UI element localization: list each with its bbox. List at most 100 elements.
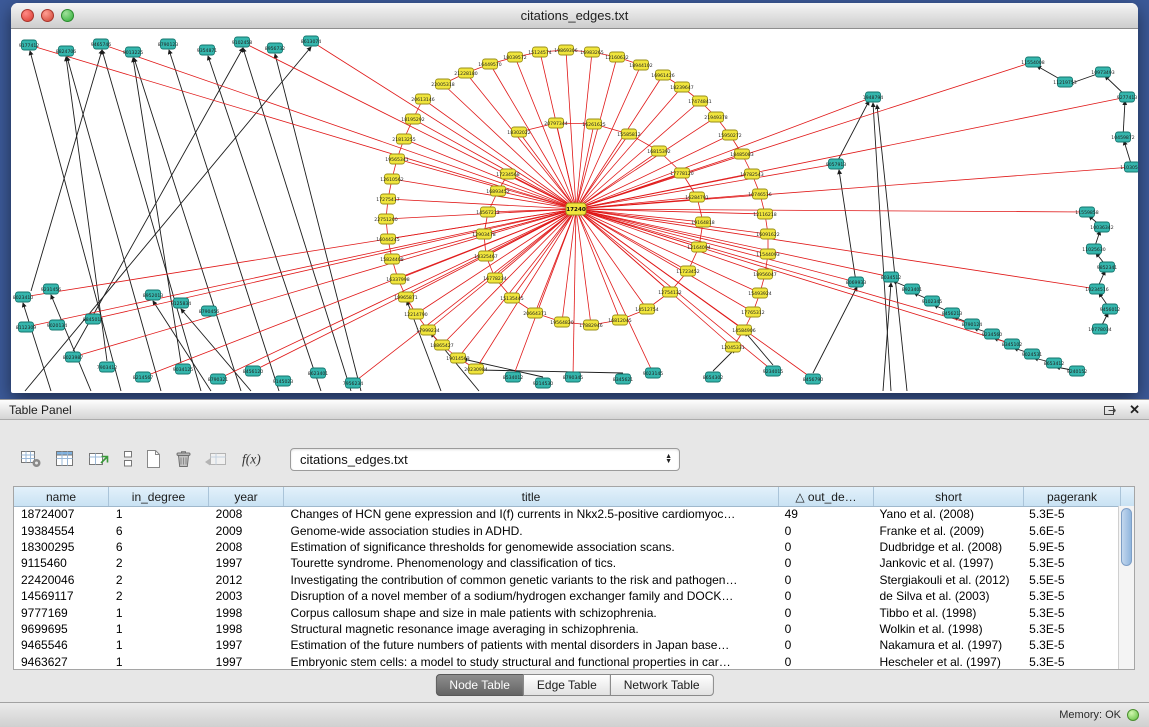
graph-node-label: 8456213 [942, 311, 963, 317]
table-cell: 1 [109, 507, 209, 521]
table-cell: 1998 [209, 622, 284, 636]
graph-edge [23, 303, 51, 391]
svg-text:f(x): f(x) [242, 452, 261, 467]
graph-node-label: 11554008 [1021, 60, 1044, 66]
import-table-icon[interactable] [204, 449, 228, 469]
vertical-scrollbar[interactable] [1118, 506, 1134, 669]
table-cell: Wolkin et al. (1998) [872, 622, 1022, 636]
attribute-table: namein_degreeyeartitle△ out_de…shortpage… [13, 486, 1135, 670]
graph-node-label: 10459872 [1111, 135, 1134, 141]
tab-edge-table[interactable]: Edge Table [523, 674, 611, 696]
table-export-icon[interactable] [88, 449, 110, 469]
table-cell: 6 [109, 540, 209, 554]
graph-node-label: 16893452 [486, 189, 509, 195]
column-header-short[interactable]: short [874, 487, 1024, 506]
table-row[interactable]: 911546021997Tourette syndrome. Phenomeno… [14, 555, 1119, 571]
graph-edge [311, 41, 576, 209]
tab-network-table[interactable]: Network Table [610, 674, 714, 696]
graph-node-label: 17778120 [670, 171, 693, 177]
column-header-year[interactable]: year [209, 487, 284, 506]
table-panel-header: Table Panel ✕ [0, 399, 1149, 420]
graph-node-label: 16961426 [651, 73, 674, 79]
minimize-window-icon[interactable] [41, 9, 54, 22]
graph-edge [573, 209, 576, 377]
tab-node-table[interactable]: Node Table [435, 674, 524, 696]
graph-node-label: 15124574 [528, 50, 551, 56]
table-row[interactable]: 1456911722003Disruption of a novel membe… [14, 588, 1119, 604]
graph-node-label: 8112309 [16, 325, 37, 331]
table-cell: Tibbo et al. (1998) [872, 606, 1022, 620]
table-cell: Structural magnetic resonance image aver… [284, 622, 778, 636]
graph-node-label: 8023987 [63, 355, 84, 361]
network-canvas[interactable]: 2061314618195292218132551956534112610562… [11, 29, 1138, 392]
table-cell: Genome-wide association studies in ADHD. [284, 524, 778, 538]
float-panel-icon[interactable] [1104, 404, 1117, 415]
fx-icon[interactable]: f(x) [240, 449, 268, 469]
table-columns-icon[interactable] [54, 449, 76, 469]
graph-node-label: 8034512 [881, 275, 902, 281]
zoom-window-icon[interactable] [61, 9, 74, 22]
graph-node-label: 20797344 [544, 121, 567, 127]
table-selector-dropdown[interactable]: citations_edges.txt ▲▼ [290, 448, 680, 471]
graph-node-label: 8623401 [308, 371, 329, 377]
graph-node-label: 12164094 [687, 245, 710, 251]
table-cell: Changes of HCN gene expression and I(f) … [284, 507, 778, 521]
table-row[interactable]: 977716911998Corpus callosum shape and si… [14, 604, 1119, 620]
graph-edge [576, 209, 653, 373]
graph-node-label: 8345102 [1002, 342, 1023, 348]
graph-node-label: 12610562 [380, 177, 403, 183]
table-cell: 2 [109, 573, 209, 587]
table-row[interactable]: 946362711997Embryonic stem cells: a mode… [14, 654, 1119, 670]
graph-node-label: 9234560 [982, 332, 1003, 338]
table-cell: Estimation of significance thresholds fo… [284, 540, 778, 554]
table-row[interactable]: 2242004622012Investigating the contribut… [14, 572, 1119, 588]
graph-edge [576, 62, 1033, 209]
graph-node-label: 12214790 [404, 312, 427, 318]
graph-edge [576, 209, 1087, 212]
rows-icon[interactable] [122, 449, 134, 469]
scrollbar-thumb[interactable] [1121, 508, 1132, 566]
column-header-name[interactable]: name [14, 487, 109, 506]
graph-node-label: 19565341 [385, 157, 408, 163]
network-window-titlebar[interactable]: citations_edges.txt [11, 3, 1138, 29]
graph-node-label: 9102458 [232, 40, 253, 46]
graph-node-label: 8790345 [563, 375, 584, 381]
table-cell: 22420046 [14, 573, 109, 587]
table-row[interactable]: 1938455462009Genome-wide association stu… [14, 522, 1119, 538]
close-panel-icon[interactable]: ✕ [1129, 403, 1140, 416]
graph-edge [813, 287, 857, 373]
table-cell: 0 [778, 573, 873, 587]
graph-node-label: 18239647 [670, 85, 693, 91]
table-row[interactable]: 1872400712008Changes of HCN gene express… [14, 506, 1119, 522]
window-controls [21, 9, 74, 22]
new-file-icon[interactable] [144, 449, 162, 469]
graph-edge [242, 42, 576, 209]
table-settings-icon[interactable] [20, 449, 42, 469]
table-cell: 9115460 [14, 556, 109, 570]
network-graph: 2061314618195292218132551956534112610562… [11, 29, 1138, 392]
table-row[interactable]: 969969511998Structural magnetic resonanc… [14, 621, 1119, 637]
column-header-title[interactable]: title [284, 487, 779, 506]
table-cell: 9699695 [14, 622, 109, 636]
graph-node-label: 16815392 [647, 149, 670, 155]
trash-icon[interactable] [174, 449, 192, 469]
close-window-icon[interactable] [21, 9, 34, 22]
table-cell: 1997 [209, 655, 284, 669]
graph-node-label: 9145023 [273, 379, 294, 385]
graph-node-label: 17882946 [579, 323, 602, 329]
graph-node-label: 20613146 [411, 97, 434, 103]
column-header-in-degree[interactable]: in_degree [109, 487, 209, 506]
graph-edge [576, 164, 836, 209]
graph-edge [877, 105, 907, 391]
column-header-out-de[interactable]: △ out_de… [779, 487, 874, 506]
graph-node-label: 19014563 [446, 356, 469, 362]
table-cell: 5.5E-5 [1022, 573, 1119, 587]
table-row[interactable]: 1830029562008Estimation of significance … [14, 539, 1119, 555]
graph-edge [30, 51, 121, 391]
table-cell: 19384554 [14, 524, 109, 538]
table-cell: Hescheler et al. (1997) [872, 655, 1022, 669]
table-cell: 1997 [209, 556, 284, 570]
column-header-pagerank[interactable]: pagerank [1024, 487, 1121, 506]
table-row[interactable]: 946554611997Estimation of the future num… [14, 637, 1119, 653]
graph-node-label: 8653412 [1044, 361, 1065, 367]
